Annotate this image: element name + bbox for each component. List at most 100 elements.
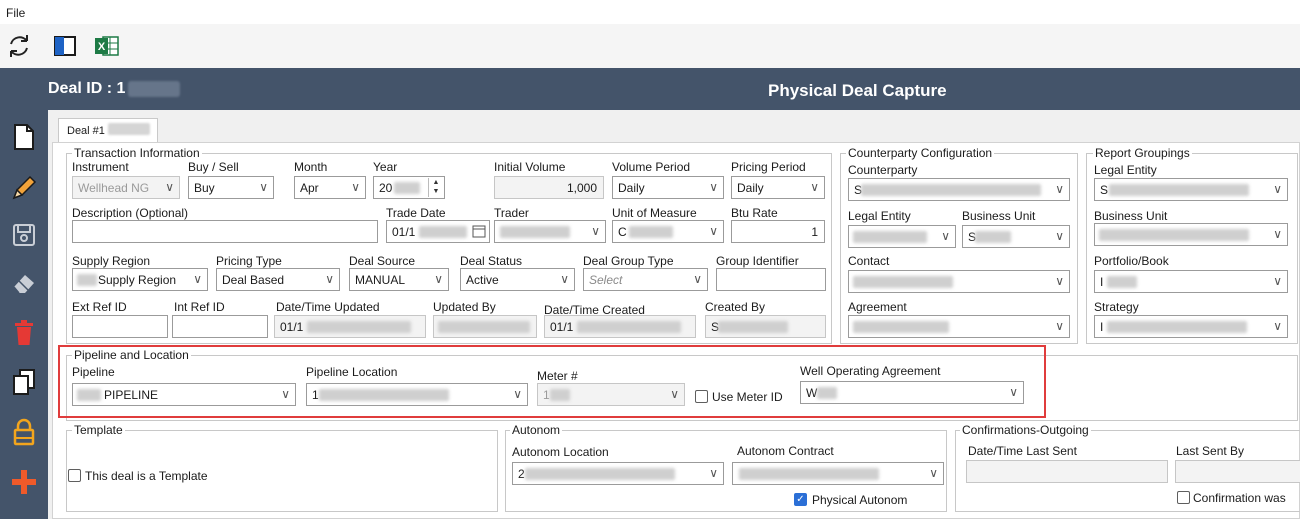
contact-select[interactable]: ∨: [848, 270, 1070, 293]
chevron-down-icon: ∨: [1273, 274, 1282, 288]
chevron-down-icon: ∨: [165, 180, 174, 194]
pricing-period-select[interactable]: Daily ∨: [731, 176, 825, 199]
group-identifier-input[interactable]: [716, 268, 826, 291]
supply-region-label: Supply Region: [72, 254, 151, 268]
trade-date-picker[interactable]: 01/1: [386, 220, 490, 243]
portfolio-book-value: I: [1100, 275, 1104, 289]
month-label: Month: [294, 160, 328, 174]
report-groupings-title: Report Groupings: [1093, 146, 1192, 160]
physical-autonom-label: Physical Autonom: [812, 493, 908, 507]
chevron-down-icon: ∨: [693, 272, 702, 286]
date-updated-label: Date/Time Updated: [276, 300, 380, 314]
portfolio-book-select[interactable]: I ∨: [1094, 270, 1288, 293]
confirmation-checkbox[interactable]: [1177, 491, 1190, 504]
excel-icon[interactable]: X: [92, 31, 122, 61]
refresh-icon[interactable]: [4, 31, 34, 61]
pricing-type-label: Pricing Type: [216, 254, 282, 268]
trade-date-value: 01/1: [392, 225, 416, 239]
pencil-edit-icon[interactable]: [3, 167, 45, 209]
deal-source-label: Deal Source: [349, 254, 416, 268]
chevron-down-icon: ∨: [929, 466, 938, 480]
file-menu[interactable]: File: [6, 6, 25, 20]
initial-volume-input[interactable]: 1,000: [494, 176, 604, 199]
date-created-value: 01/1: [550, 320, 574, 334]
cp-business-unit-select[interactable]: S ∨: [962, 225, 1070, 248]
delete-icon[interactable]: [3, 312, 45, 354]
save-icon[interactable]: [3, 214, 45, 256]
contact-label: Contact: [848, 254, 890, 268]
panel-layout-icon[interactable]: [50, 31, 80, 61]
redacted-text: [975, 231, 1011, 243]
rg-business-unit-select[interactable]: ∨: [1094, 223, 1288, 246]
pricing-period-value: Daily: [737, 181, 764, 195]
pricing-type-select[interactable]: Deal Based ∨: [216, 268, 340, 291]
deal-id-label: Deal ID : 1: [48, 80, 126, 97]
agreement-select[interactable]: ∨: [848, 315, 1070, 338]
int-ref-id-input[interactable]: [172, 315, 268, 338]
deal-status-select[interactable]: Active ∨: [460, 268, 575, 291]
redacted-text: [629, 226, 673, 238]
eraser-icon[interactable]: [3, 262, 45, 304]
cp-business-unit-label: Business Unit: [962, 209, 1036, 223]
deal-group-type-label: Deal Group Type: [583, 254, 674, 268]
new-document-icon[interactable]: [3, 116, 45, 158]
updated-by-label: Updated By: [433, 300, 496, 314]
chevron-down-icon: ∨: [1055, 319, 1064, 333]
calendar-icon[interactable]: [472, 224, 486, 238]
date-last-sent-label: Date/Time Last Sent: [968, 444, 1077, 458]
updated-by-field: [433, 315, 537, 338]
chevron-down-icon: ∨: [709, 224, 718, 238]
redacted-text: [500, 226, 570, 238]
spin-arrows-icon[interactable]: ▲ ▼: [428, 178, 443, 197]
ext-ref-id-input[interactable]: [72, 315, 168, 338]
pricing-type-value: Deal Based: [222, 273, 285, 287]
strategy-label: Strategy: [1094, 300, 1139, 314]
confirmation-label: Confirmation was: [1193, 491, 1286, 505]
description-input[interactable]: [72, 220, 378, 243]
counterparty-select[interactable]: S ∨: [848, 178, 1070, 201]
btu-rate-input[interactable]: 1: [731, 220, 825, 243]
redacted-text: [1107, 276, 1137, 288]
redacted-text: [853, 231, 927, 243]
action-sidebar: [0, 110, 48, 519]
month-select[interactable]: Apr ∨: [294, 176, 366, 199]
buy-sell-select[interactable]: Buy ∨: [188, 176, 274, 199]
rg-legal-entity-value: S: [1100, 183, 1109, 197]
physical-autonom-checkbox[interactable]: ✓: [794, 493, 807, 506]
template-checkbox[interactable]: [68, 469, 81, 482]
instrument-label: Instrument: [72, 160, 129, 174]
chevron-down-icon: ∨: [193, 272, 202, 286]
unit-of-measure-select[interactable]: C ∨: [612, 220, 724, 243]
volume-period-select[interactable]: Daily ∨: [612, 176, 724, 199]
chevron-down-icon: ∨: [1055, 182, 1064, 196]
lock-icon[interactable]: [3, 411, 45, 453]
rg-legal-entity-select[interactable]: S ∨: [1094, 178, 1288, 201]
chevron-down-icon: ∨: [434, 272, 443, 286]
year-stepper[interactable]: 20 ▲ ▼: [373, 176, 445, 199]
autonom-location-label: Autonom Location: [512, 445, 609, 459]
chevron-down-icon: ∨: [1273, 182, 1282, 196]
redacted-text: [419, 226, 467, 238]
chevron-down-icon: ∨: [325, 272, 334, 286]
btu-rate-label: Btu Rate: [731, 206, 778, 220]
autonom-contract-label: Autonom Contract: [737, 444, 834, 458]
cp-legal-entity-select[interactable]: ∨: [848, 225, 956, 248]
unit-of-measure-label: Unit of Measure: [612, 206, 697, 220]
supply-region-select[interactable]: Supply Region ∨: [72, 268, 208, 291]
date-created-field: 01/1: [544, 315, 696, 338]
copy-icon[interactable]: [3, 361, 45, 403]
redacted-text: [438, 321, 530, 333]
deal-group-type-select[interactable]: Select ∨: [583, 268, 708, 291]
strategy-value: I: [1100, 320, 1104, 334]
redacted-text: [853, 276, 953, 288]
instrument-select[interactable]: Wellhead NG ∨: [72, 176, 180, 199]
add-icon[interactable]: [3, 461, 45, 503]
chevron-down-icon: ∨: [941, 229, 950, 243]
strategy-select[interactable]: I ∨: [1094, 315, 1288, 338]
autonom-contract-select[interactable]: ∨: [732, 462, 944, 485]
date-updated-field: 01/1: [274, 315, 426, 338]
trader-select[interactable]: ∨: [494, 220, 606, 243]
deal-source-select[interactable]: MANUAL ∨: [349, 268, 449, 291]
portfolio-book-label: Portfolio/Book: [1094, 254, 1169, 268]
autonom-location-select[interactable]: 2 ∨: [512, 462, 724, 485]
